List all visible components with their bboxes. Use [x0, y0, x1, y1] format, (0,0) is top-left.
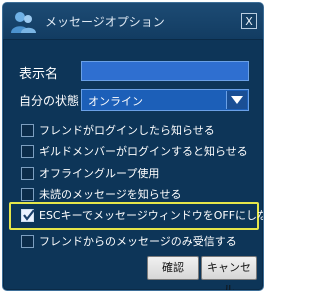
display-name-input[interactable] [81, 61, 249, 81]
message-options-dialog: メッセージオプション X 表示名 自分の状態 オンライン フレンドがログインした… [2, 2, 264, 291]
option-label: 未読のメッセージを知らせる [39, 188, 182, 201]
confirm-button[interactable]: 確認 [147, 256, 199, 280]
status-value: オンライン [88, 95, 143, 108]
cancel-button[interactable]: キャンセル [201, 256, 257, 290]
display-name-label: 表示名 [19, 67, 59, 82]
checkmark-icon [23, 209, 35, 221]
status-label: 自分の状態 [19, 94, 80, 108]
status-select[interactable]: オンライン [81, 89, 249, 111]
dialog-title: メッセージオプション [45, 15, 165, 29]
checkbox-checked[interactable] [21, 209, 35, 222]
option-label: フレンドがログインしたら知らせる [39, 124, 215, 137]
users-icon [9, 9, 37, 35]
checkbox[interactable] [21, 167, 34, 180]
checkbox[interactable] [21, 124, 34, 137]
checkbox[interactable] [21, 235, 34, 248]
chevron-down-icon[interactable] [226, 91, 247, 109]
option-label: ギルドメンバーがログインすると知らせる [39, 145, 248, 158]
close-button[interactable]: X [241, 13, 257, 29]
option-label: オフライングループ使用 [39, 167, 160, 180]
title-bar[interactable]: メッセージオプション X [3, 3, 263, 40]
checkbox[interactable] [21, 145, 34, 158]
option-label: フレンドからのメッセージのみ受信する [39, 235, 237, 248]
option-label: ESCキーでメッセージウィンドウをOFFにしない [39, 209, 264, 222]
checkbox[interactable] [21, 188, 34, 201]
